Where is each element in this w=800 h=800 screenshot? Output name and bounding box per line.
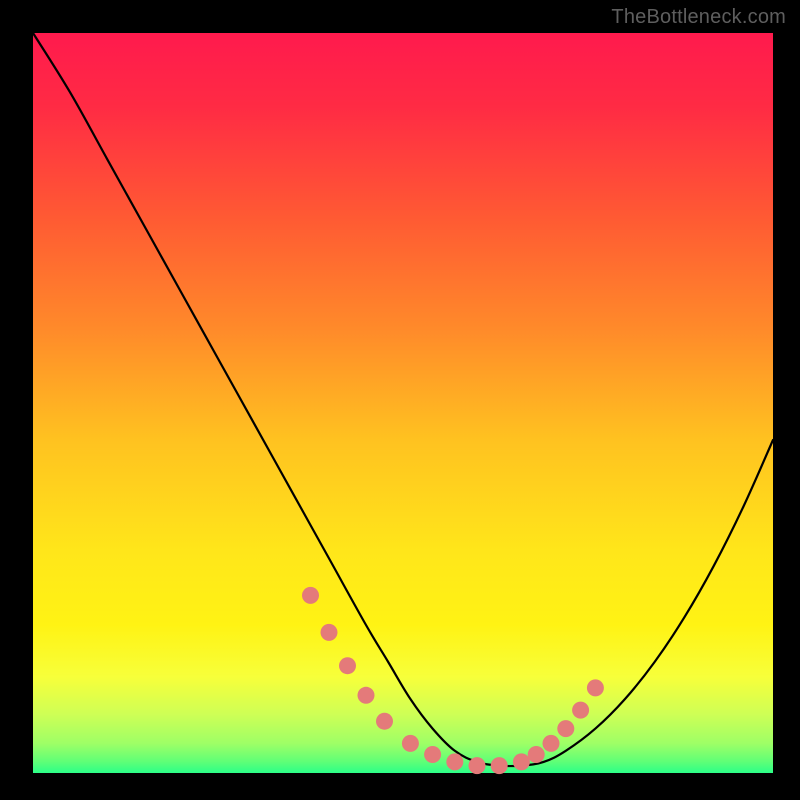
curve-marker [339, 657, 356, 674]
curve-marker [491, 757, 508, 774]
curve-marker [513, 753, 530, 770]
curve-marker [543, 735, 560, 752]
curve-marker [376, 713, 393, 730]
curve-marker [557, 720, 574, 737]
curve-marker [587, 679, 604, 696]
plot-area [33, 33, 773, 773]
curve-marker [572, 702, 589, 719]
curve-marker [402, 735, 419, 752]
curve-marker [469, 757, 486, 774]
curve-marker [528, 746, 545, 763]
curve-marker [446, 753, 463, 770]
bottleneck-chart [0, 0, 800, 800]
curve-marker [321, 624, 338, 641]
watermark-text: TheBottleneck.com [611, 6, 786, 29]
curve-marker [358, 687, 375, 704]
curve-marker [424, 746, 441, 763]
curve-marker [302, 587, 319, 604]
chart-stage: TheBottleneck.com [0, 0, 800, 800]
